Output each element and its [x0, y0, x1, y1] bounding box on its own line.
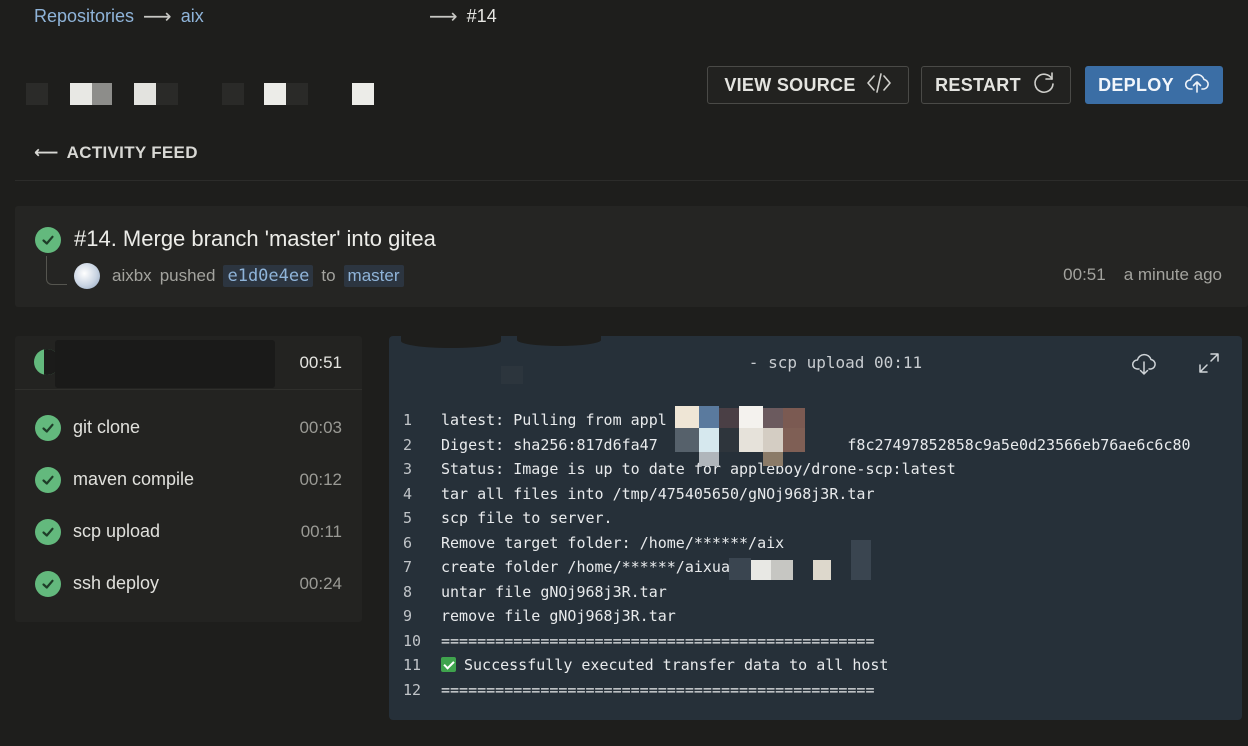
log-line: 7 create folder /home/******/aixua — [403, 558, 730, 576]
step-maven-compile[interactable]: maven compile 00:12 — [15, 454, 362, 506]
log-line: 10 ======================================… — [403, 631, 875, 650]
stage-duration: 00:51 — [299, 353, 342, 372]
step-duration: 00:24 — [299, 574, 342, 593]
breadcrumb-build: ⟶ #14 — [420, 4, 497, 29]
restart-label: RESTART — [935, 74, 1021, 95]
log-line: 9 remove file gNOj968j3R.tar — [403, 607, 676, 625]
check-mark-icon — [441, 657, 456, 672]
refresh-icon — [1031, 70, 1057, 101]
build-time: 00:51 a minute ago — [1063, 265, 1222, 285]
build-commit-info: aixbx pushed e1d0e4ee to master — [112, 265, 404, 287]
obscured-region — [517, 334, 601, 346]
arrow-right-icon: ⟶ — [429, 6, 458, 28]
log-line: 8 untar file gNOj968j3R.tar — [403, 582, 667, 601]
branch-name[interactable]: master — [343, 265, 404, 287]
build-relative-time: a minute ago — [1123, 265, 1222, 284]
divider — [15, 180, 1248, 181]
step-name: maven compile — [73, 469, 195, 489]
success-check-icon — [35, 519, 61, 545]
build-title: #14. Merge branch 'master' into gitea — [74, 226, 436, 251]
code-icon — [866, 70, 892, 101]
commit-hash[interactable]: e1d0e4ee — [223, 265, 314, 287]
obscured-region — [401, 334, 501, 348]
log-line: 4 tar all files into /tmp/475405650/gNOj9… — [403, 484, 875, 503]
arrow-left-icon: ⟵ — [34, 143, 59, 162]
breadcrumb-repositories[interactable]: Repositories — [34, 6, 134, 27]
log-line: 6 Remove target folder: /home/******/aix — [403, 533, 785, 552]
breadcrumb-repo[interactable]: aix — [181, 6, 204, 27]
breadcrumb: Repositories ⟶ aix ⟶ #14 — [34, 4, 497, 29]
to-word: to — [321, 266, 336, 285]
view-source-label: VIEW SOURCE — [724, 74, 856, 95]
build-duration: 00:51 — [1063, 265, 1106, 284]
success-check-icon — [35, 415, 61, 441]
step-duration: 00:03 — [299, 418, 342, 437]
author-name: aixbx — [112, 266, 152, 285]
cloud-upload-icon — [1184, 70, 1210, 101]
download-icon[interactable] — [1130, 350, 1158, 378]
arrow-right-icon: ⟶ — [143, 6, 172, 28]
log-line: 3 Status: Image is up to date for applebo… — [403, 460, 956, 478]
steps-panel: 00:51 git clone 00:03 maven compile 00:1… — [15, 336, 362, 622]
step-ssh-deploy[interactable]: ssh deploy 00:24 — [15, 558, 362, 610]
success-check-icon — [35, 467, 61, 493]
step-git-clone[interactable]: git clone 00:03 — [15, 402, 362, 454]
success-check-icon — [35, 571, 61, 597]
breadcrumb-build-number: #14 — [466, 6, 497, 26]
success-check-icon — [35, 227, 61, 253]
deploy-button[interactable]: DEPLOY — [1085, 66, 1223, 104]
stage-header[interactable]: 00:51 — [15, 336, 362, 390]
tree-connector — [46, 256, 67, 285]
log-line: 12 ======================================… — [403, 680, 875, 699]
activity-feed-link[interactable]: ⟵ ACTIVITY FEED — [34, 143, 198, 163]
step-scp-upload[interactable]: scp upload 00:11 — [15, 506, 362, 558]
step-name: scp upload — [73, 521, 161, 541]
view-source-button[interactable]: VIEW SOURCE — [707, 66, 909, 104]
step-name: ssh deploy — [73, 573, 160, 593]
restart-button[interactable]: RESTART — [921, 66, 1071, 104]
step-name: git clone — [73, 417, 141, 437]
obscured-stage-name — [55, 340, 275, 388]
build-header: #14. Merge branch 'master' into gitea ai… — [15, 206, 1248, 307]
action-verb: pushed — [159, 266, 216, 285]
step-duration: 00:11 — [300, 522, 342, 541]
log-title: - scp upload 00:11 — [748, 353, 923, 372]
log-line: 11 Successfully executed transfer data to… — [403, 656, 889, 674]
deploy-label: DEPLOY — [1098, 74, 1174, 95]
avatar — [74, 263, 100, 289]
log-panel: - scp upload 00:11 1 latest: Pulling from… — [389, 334, 1242, 720]
expand-icon[interactable] — [1196, 350, 1222, 376]
log-lines: 1 latest: Pulling from appl 2 Digest: sha2… — [403, 408, 1191, 702]
log-line: 5 scp file to server. — [403, 509, 613, 527]
step-duration: 00:12 — [299, 470, 342, 489]
activity-feed-label: ACTIVITY FEED — [66, 143, 198, 162]
